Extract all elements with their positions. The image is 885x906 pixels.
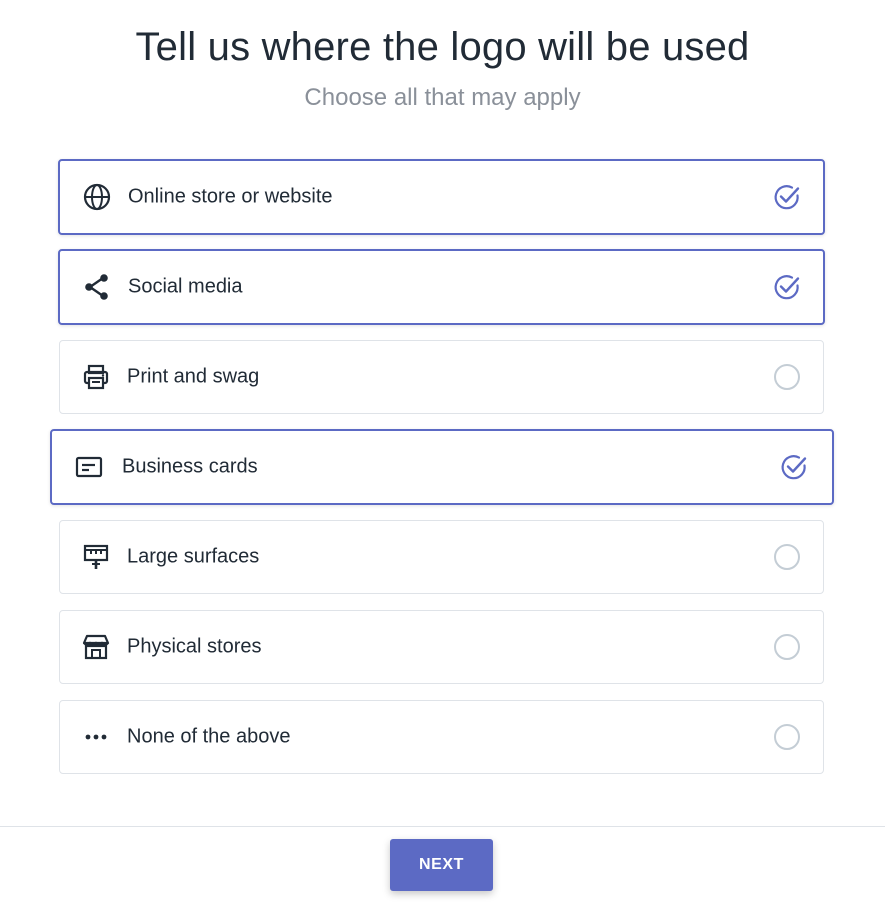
option-label: Online store or website: [128, 185, 333, 208]
globe-icon: [82, 182, 112, 212]
next-button[interactable]: NEXT: [390, 839, 493, 891]
ellipsis-icon: [81, 722, 111, 752]
option-print-and-swag[interactable]: Print and swag: [59, 340, 824, 414]
page-subtitle: Choose all that may apply: [304, 84, 581, 111]
option-label: Large surfaces: [127, 545, 260, 568]
option-large-surfaces[interactable]: Large surfaces: [59, 520, 824, 594]
unchecked-circle-icon[interactable]: [773, 543, 801, 571]
storefront-icon: [81, 632, 111, 662]
option-label: None of the above: [127, 725, 291, 748]
checked-circle-icon[interactable]: [773, 273, 801, 301]
share-icon: [82, 272, 112, 302]
unchecked-circle-icon[interactable]: [773, 723, 801, 751]
option-label: Social media: [128, 275, 243, 298]
option-business-cards[interactable]: Business cards: [50, 429, 834, 505]
billboard-icon: [81, 542, 111, 572]
page-title: Tell us where the logo will be used: [135, 25, 750, 69]
printer-icon: [81, 362, 111, 392]
option-physical-stores[interactable]: Physical stores: [59, 610, 824, 684]
option-online-store[interactable]: Online store or website: [58, 159, 825, 235]
option-label: Print and swag: [127, 365, 260, 388]
option-label: Business cards: [122, 455, 258, 478]
unchecked-circle-icon[interactable]: [773, 363, 801, 391]
option-none-of-the-above[interactable]: None of the above: [59, 700, 824, 774]
checked-circle-icon[interactable]: [773, 183, 801, 211]
business-card-icon: [74, 452, 104, 482]
footer-divider: [0, 826, 885, 827]
unchecked-circle-icon[interactable]: [773, 633, 801, 661]
option-social-media[interactable]: Social media: [58, 249, 825, 325]
checked-circle-icon[interactable]: [780, 453, 808, 481]
option-label: Physical stores: [127, 635, 262, 658]
